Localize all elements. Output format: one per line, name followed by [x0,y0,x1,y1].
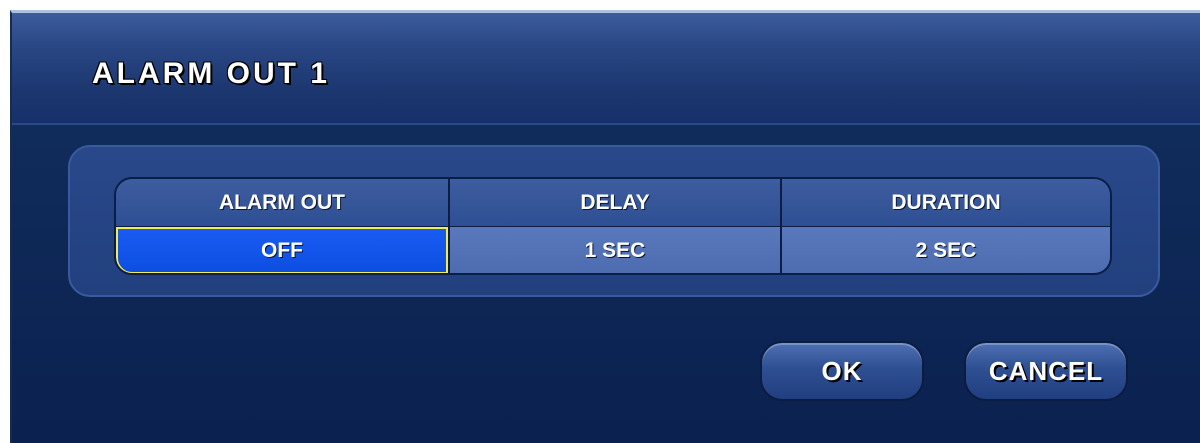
table-header-row: ALARM OUT DELAY DURATION [116,179,1110,226]
settings-table: ALARM OUT DELAY DURATION OFF 1 SEC 2 SEC [114,177,1112,275]
alarm-out-value-field[interactable]: OFF [116,227,448,273]
cancel-button[interactable]: CANCEL [964,341,1128,401]
ok-button[interactable]: OK [760,341,924,401]
delay-value-field[interactable]: 1 SEC [448,227,780,273]
dialog-title: ALARM OUT 1 [92,57,330,90]
header-alarm-out: ALARM OUT [116,179,448,226]
alarm-out-dialog: ALARM OUT 1 ALARM OUT DELAY DURATION OFF… [10,10,1200,443]
header-delay: DELAY [448,179,780,226]
table-row: OFF 1 SEC 2 SEC [116,226,1110,273]
settings-panel: ALARM OUT DELAY DURATION OFF 1 SEC 2 SEC [68,145,1160,297]
duration-value-field[interactable]: 2 SEC [780,227,1110,273]
dialog-titlebar: ALARM OUT 1 [12,13,1200,125]
header-duration: DURATION [780,179,1110,226]
